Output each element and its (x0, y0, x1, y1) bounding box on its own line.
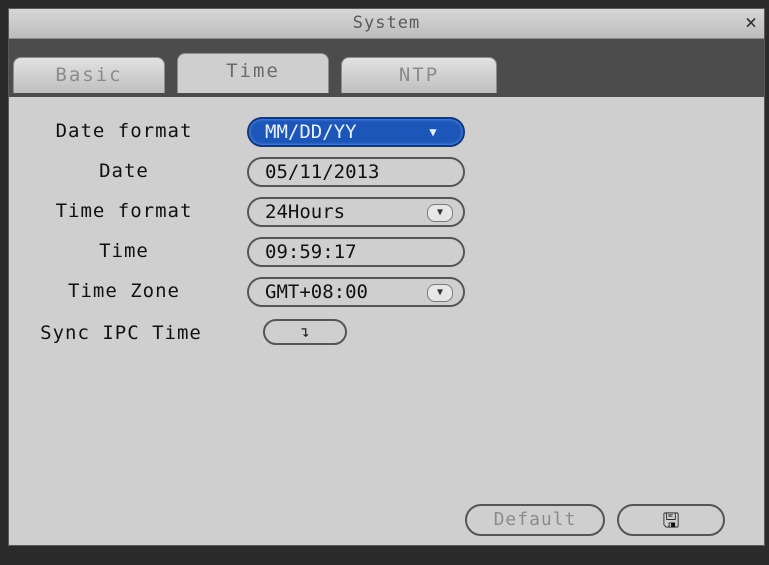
tab-ntp[interactable]: NTP (341, 57, 497, 93)
save-button[interactable]: 🖫 (617, 504, 725, 536)
chevron-down-icon: ▼ (429, 125, 437, 139)
time-format-label: Time format (55, 200, 193, 222)
tab-bar: Basic Time NTP (9, 39, 764, 97)
tab-basic-label: Basic (55, 64, 123, 86)
tab-ntp-label: NTP (398, 64, 440, 86)
default-button[interactable]: Default (465, 504, 605, 536)
window-title: System (352, 13, 421, 33)
time-settings-panel: Date format MM/DD/YY ▼ Date 05/11/2013 T… (9, 97, 764, 517)
date-format-row: Date format MM/DD/YY ▼ (9, 117, 764, 147)
default-button-label: Default (493, 509, 577, 530)
time-value: 09:59:17 (265, 241, 357, 263)
date-row: Date 05/11/2013 (9, 157, 764, 187)
save-icon: 🖫 (662, 508, 680, 532)
date-format-label: Date format (55, 120, 193, 142)
date-format-value: MM/DD/YY (265, 121, 357, 143)
time-field[interactable]: 09:59:17 (247, 237, 465, 267)
chevron-down-icon: ▼ (427, 284, 453, 302)
sync-ipc-time-label: Sync IPC Time (40, 322, 202, 344)
tab-time-label: Time (226, 60, 280, 82)
tab-basic[interactable]: Basic (13, 57, 165, 93)
close-icon[interactable]: × (742, 11, 760, 33)
time-format-row: Time format 24Hours ▼ (9, 197, 764, 227)
time-zone-value: GMT+08:00 (265, 281, 368, 303)
status-bar (8, 546, 765, 565)
sync-ipc-time-row: Sync IPC Time ↴ (9, 319, 764, 349)
sync-ipc-time-button[interactable]: ↴ (263, 319, 347, 345)
date-value: 05/11/2013 (265, 161, 380, 183)
system-window: System × Basic Time NTP Date format MM/D… (8, 8, 765, 546)
tab-time[interactable]: Time (177, 53, 329, 93)
date-field[interactable]: 05/11/2013 (247, 157, 465, 187)
time-format-select[interactable]: 24Hours ▼ (247, 197, 465, 227)
enter-icon: ↴ (300, 322, 310, 341)
time-zone-row: Time Zone GMT+08:00 ▼ (9, 277, 764, 307)
time-label: Time (99, 240, 149, 262)
time-format-value: 24Hours (265, 201, 346, 223)
title-bar: System × (9, 9, 764, 39)
time-zone-select[interactable]: GMT+08:00 ▼ (247, 277, 465, 307)
date-label: Date (99, 160, 149, 182)
time-zone-label: Time Zone (68, 280, 180, 302)
date-format-select[interactable]: MM/DD/YY ▼ (247, 117, 465, 147)
chevron-down-icon: ▼ (427, 204, 453, 222)
time-row: Time 09:59:17 (9, 237, 764, 267)
